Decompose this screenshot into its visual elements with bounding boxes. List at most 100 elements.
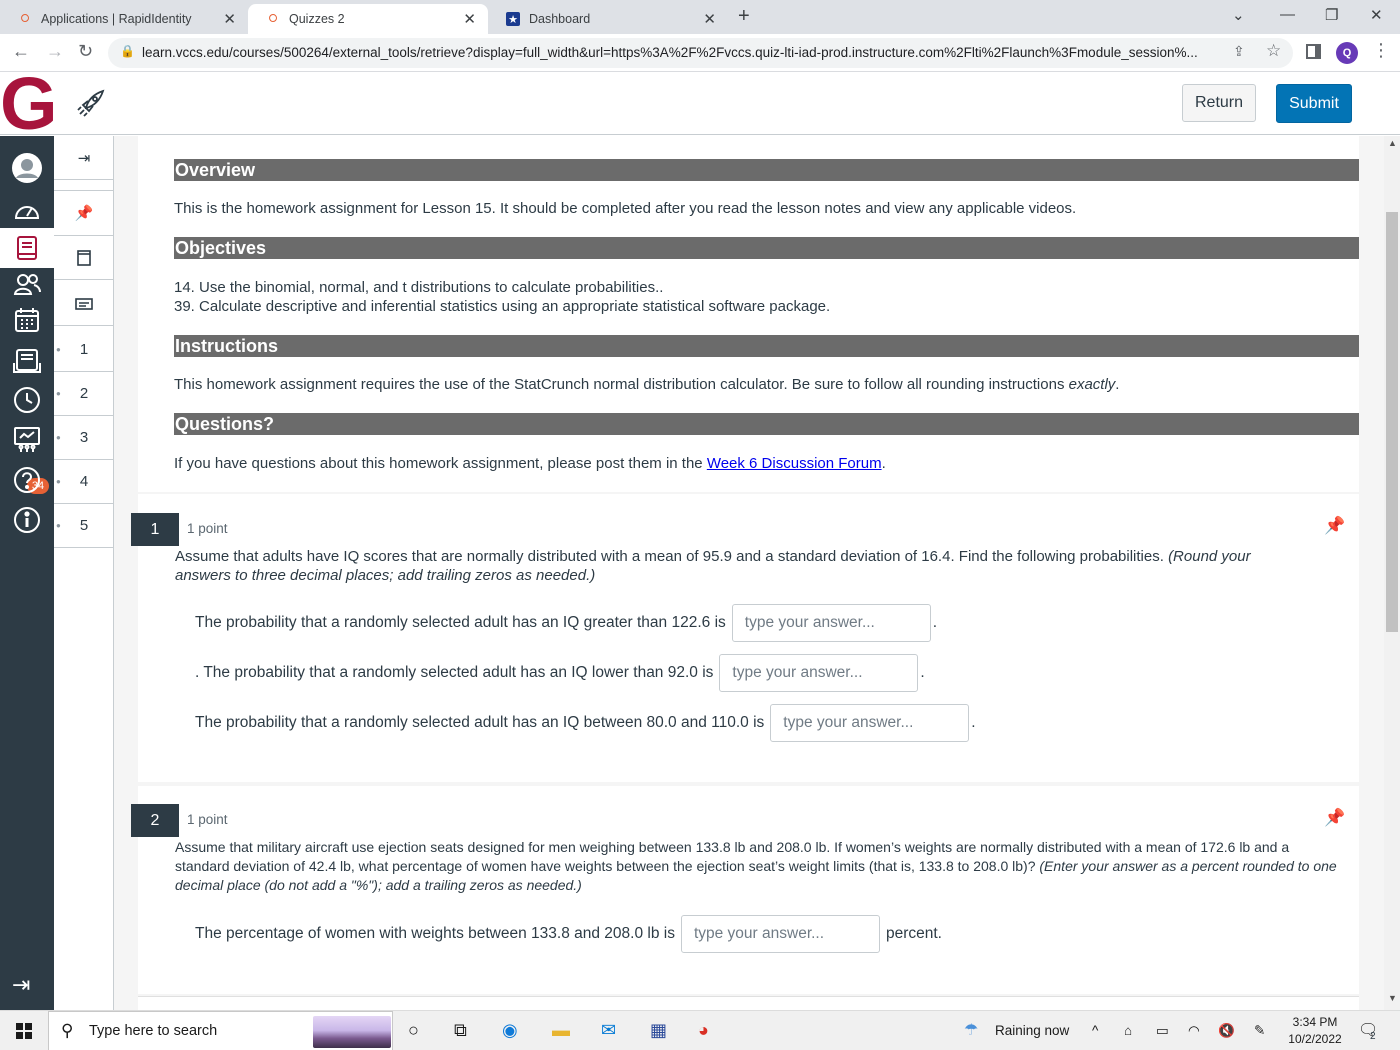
pin-question-icon[interactable]: 📌 bbox=[1324, 808, 1345, 828]
dashboard-icon[interactable] bbox=[0, 190, 54, 230]
minimize-icon[interactable]: — bbox=[1280, 6, 1295, 23]
discussion-forum-link[interactable]: Week 6 Discussion Forum bbox=[707, 455, 882, 472]
share-icon[interactable]: ⇪ bbox=[1233, 43, 1245, 60]
windows-start-icon[interactable] bbox=[16, 1023, 32, 1039]
chrome-icon[interactable]: ◕ bbox=[698, 1020, 709, 1041]
browser-tab-applications[interactable]: ⭘ Applications | RapidIdentity ✕ bbox=[0, 4, 248, 34]
answer-input[interactable]: type your answer... bbox=[680, 915, 880, 953]
wifi-icon[interactable]: ◠ bbox=[1188, 1023, 1200, 1039]
pin-question-icon[interactable]: 📌 bbox=[1324, 516, 1345, 536]
cortana-icon[interactable]: ○ bbox=[408, 1020, 419, 1041]
browser-menu-icon[interactable]: ⋮ bbox=[1372, 40, 1390, 61]
side-panel-icon[interactable] bbox=[1306, 44, 1321, 59]
clock-time: 3:34 PM bbox=[1292, 1015, 1338, 1029]
bullet-icon: ● bbox=[56, 389, 61, 398]
answer-input[interactable]: type your answer... bbox=[770, 704, 970, 742]
college-logo[interactable]: G bbox=[0, 67, 58, 141]
question-nav-item[interactable]: ● 2 bbox=[54, 372, 114, 416]
return-button[interactable]: Return bbox=[1182, 84, 1256, 122]
taskbar-search-box[interactable]: ⚲ Type here to search bbox=[48, 1011, 393, 1050]
pen-icon[interactable]: ✎ bbox=[1254, 1023, 1265, 1039]
bookmark-star-icon[interactable]: ☆ bbox=[1266, 41, 1281, 61]
notification-count: 2 bbox=[1370, 1031, 1376, 1042]
questions-body: If you have questions about this homewor… bbox=[174, 455, 707, 472]
tab-title: Dashboard bbox=[529, 12, 591, 26]
new-tab-button[interactable]: + bbox=[738, 5, 750, 28]
tab-title: Applications | RapidIdentity bbox=[41, 12, 192, 26]
app-icon[interactable]: ▦ bbox=[650, 1020, 667, 1041]
close-tab-icon[interactable]: ✕ bbox=[463, 10, 476, 28]
answer-input[interactable]: type your answer... bbox=[719, 654, 919, 692]
scroll-down-icon[interactable]: ▼ bbox=[1388, 993, 1397, 1003]
search-icon: ⚲ bbox=[61, 1021, 74, 1040]
browser-tab-strip: ⭘ Applications | RapidIdentity ✕ ⭘ Quizz… bbox=[0, 0, 1400, 34]
question-nav-label: 3 bbox=[79, 429, 89, 446]
help-icon[interactable] bbox=[0, 460, 54, 500]
answer-prompt: The probability that a randomly selected… bbox=[195, 714, 765, 731]
browser-tab-quizzes[interactable]: ⭘ Quizzes 2 ✕ bbox=[248, 4, 488, 34]
restore-icon[interactable]: ❐ bbox=[1325, 6, 1338, 24]
forward-icon[interactable]: → bbox=[46, 41, 64, 62]
account-icon[interactable] bbox=[0, 148, 54, 188]
page-scrollbar[interactable]: ▲ ▼ bbox=[1384, 136, 1400, 1010]
question-nav-item[interactable]: ● 4 bbox=[54, 460, 114, 504]
close-tab-icon[interactable]: ✕ bbox=[223, 10, 236, 28]
expand-nav-icon[interactable]: ⇥ bbox=[12, 972, 30, 998]
courses-icon[interactable] bbox=[0, 228, 54, 268]
text-block-icon[interactable] bbox=[54, 282, 114, 326]
lock-icon: 🔒 bbox=[120, 44, 135, 58]
reload-icon[interactable]: ↻ bbox=[78, 41, 93, 62]
edge-icon[interactable]: ◉ bbox=[502, 1020, 518, 1041]
answer-input[interactable]: type your answer... bbox=[731, 604, 931, 642]
question-text: Assume that military aircraft use ejecti… bbox=[175, 838, 1345, 895]
calendar-icon[interactable] bbox=[0, 300, 54, 340]
search-highlight-image bbox=[313, 1016, 391, 1048]
info-icon[interactable] bbox=[0, 500, 54, 540]
meet-now-icon[interactable]: ⌂ bbox=[1124, 1023, 1132, 1038]
browser-tab-dashboard[interactable]: ★ Dashboard ✕ bbox=[488, 4, 728, 34]
history-icon[interactable] bbox=[0, 380, 54, 420]
instructions-body: This homework assignment requires the us… bbox=[174, 376, 1069, 393]
bullet-icon: ● bbox=[56, 433, 61, 442]
answer-suffix: . bbox=[920, 664, 925, 681]
scroll-thumb[interactable] bbox=[1386, 212, 1398, 632]
system-clock[interactable]: 3:34 PM 10/2/2022 bbox=[1282, 1014, 1348, 1048]
question-text: Assume that adults have IQ scores that a… bbox=[175, 547, 1305, 585]
profile-avatar[interactable]: Q bbox=[1336, 42, 1358, 64]
next-question-card bbox=[138, 996, 1359, 1010]
commons-icon[interactable] bbox=[0, 420, 54, 460]
answer-suffix: . bbox=[932, 614, 938, 631]
bullet-icon: ● bbox=[56, 477, 61, 486]
address-bar[interactable]: 🔒 learn.vccs.edu/courses/500264/external… bbox=[108, 38, 1293, 68]
inbox-icon[interactable] bbox=[0, 340, 54, 380]
questions-end: . bbox=[881, 455, 886, 472]
tab-search-icon[interactable]: ⌄ bbox=[1232, 6, 1245, 24]
mail-icon[interactable]: ✉ bbox=[601, 1020, 616, 1041]
volume-muted-icon[interactable]: 🔇 bbox=[1218, 1023, 1235, 1039]
question-points: 1 point bbox=[187, 521, 228, 536]
window-close-icon[interactable]: ✕ bbox=[1370, 6, 1383, 24]
back-icon[interactable]: ← bbox=[12, 41, 30, 62]
submit-button[interactable]: Submit bbox=[1276, 84, 1352, 123]
answer-line: The probability that a randomly selected… bbox=[195, 604, 937, 642]
collapse-panel-icon[interactable]: ⇥ bbox=[54, 136, 114, 180]
close-tab-icon[interactable]: ✕ bbox=[703, 10, 716, 28]
task-view-icon[interactable]: ⧉ bbox=[454, 1020, 467, 1041]
section-heading: Questions? bbox=[174, 413, 1359, 435]
groups-icon[interactable] bbox=[0, 264, 54, 304]
battery-icon[interactable]: ▭ bbox=[1156, 1023, 1169, 1039]
answer-line: . The probability that a randomly select… bbox=[195, 654, 925, 692]
question-nav-item[interactable]: ● 1 bbox=[54, 328, 114, 372]
file-explorer-icon[interactable]: ▬ bbox=[552, 1020, 570, 1041]
show-hidden-icons-icon[interactable]: ^ bbox=[1092, 1023, 1098, 1038]
question-nav-label: 2 bbox=[79, 385, 89, 402]
objective-item: 14. Use the binomial, normal, and t dist… bbox=[174, 279, 664, 296]
stimulus-icon[interactable] bbox=[54, 236, 114, 280]
weather-text[interactable]: Raining now bbox=[995, 1023, 1069, 1038]
pin-icon[interactable]: 📌 bbox=[54, 190, 114, 236]
scroll-up-icon[interactable]: ▲ bbox=[1388, 138, 1397, 148]
answer-suffix: percent. bbox=[885, 925, 942, 942]
question-nav-item[interactable]: ● 3 bbox=[54, 416, 114, 460]
windows-taskbar: ⚲ Type here to search ○ ⧉ ◉ ▬ ✉ ▦ ◕ ☂ Ra… bbox=[0, 1010, 1400, 1050]
question-nav-item[interactable]: ● 5 bbox=[54, 504, 114, 548]
